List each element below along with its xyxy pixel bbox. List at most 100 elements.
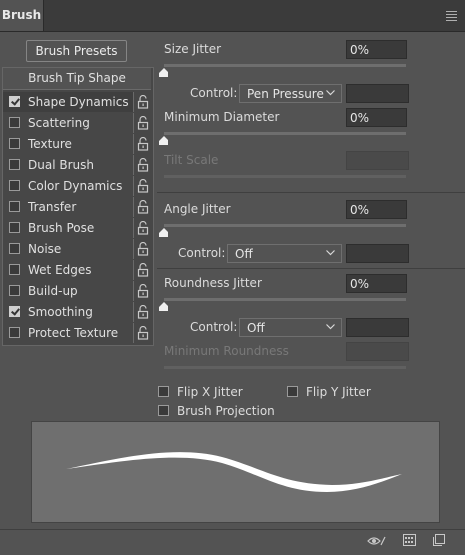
angle-jitter-slider[interactable]	[164, 224, 406, 227]
minimum-diameter-label: Minimum Diameter	[164, 110, 280, 124]
size-jitter-slider[interactable]	[164, 64, 406, 67]
option-checkbox[interactable]	[9, 201, 20, 212]
lock-icon[interactable]	[137, 326, 149, 340]
option-row[interactable]: Build-up	[3, 281, 133, 301]
option-row[interactable]: Scattering	[3, 113, 133, 133]
lock-icon[interactable]	[137, 95, 149, 109]
option-label: Color Dynamics	[28, 179, 123, 193]
option-label: Build-up	[28, 284, 78, 298]
lock-icon[interactable]	[137, 158, 149, 172]
option-label: Protect Texture	[28, 326, 119, 340]
option-row[interactable]: Wet Edges	[3, 260, 133, 280]
option-checkbox[interactable]	[9, 243, 20, 254]
roundness-jitter-label: Roundness Jitter	[164, 276, 262, 290]
flip-x-label: Flip X Jitter	[177, 385, 243, 399]
size-jitter-control-value: Pen Pressure	[247, 87, 324, 101]
divider	[157, 192, 465, 193]
slider-thumb-icon[interactable]	[159, 136, 168, 145]
option-checkbox[interactable]	[9, 222, 20, 233]
lock-icon[interactable]	[137, 284, 149, 298]
flip-y-label: Flip Y Jitter	[306, 385, 371, 399]
slider-thumb-icon[interactable]	[159, 228, 168, 237]
option-label: Brush Pose	[28, 221, 95, 235]
brush-presets-button[interactable]: Brush Presets	[26, 40, 127, 62]
tab-bar	[0, 0, 465, 32]
tilt-scale-field	[346, 151, 409, 170]
roundness-jitter-control-field[interactable]	[346, 318, 409, 337]
lock-icon[interactable]	[137, 137, 149, 151]
option-checkbox[interactable]	[9, 306, 20, 317]
option-label: Wet Edges	[28, 263, 92, 277]
divider	[133, 323, 134, 343]
angle-jitter-label: Angle Jitter	[164, 202, 231, 216]
brush-projection-checkbox[interactable]	[158, 405, 169, 416]
new-preset-icon[interactable]	[433, 534, 445, 546]
option-checkbox[interactable]	[9, 96, 20, 107]
angle-jitter-control-select[interactable]: Off	[227, 244, 342, 263]
divider	[133, 239, 134, 259]
flip-x-checkbox[interactable]	[158, 386, 169, 397]
option-row[interactable]: Protect Texture	[3, 323, 133, 343]
option-label: Dual Brush	[28, 158, 94, 172]
option-label: Texture	[28, 137, 72, 151]
brush-tip-shape-item[interactable]: Brush Tip Shape	[3, 68, 151, 90]
tilt-scale-label: Tilt Scale	[164, 153, 219, 167]
option-row[interactable]: Smoothing	[3, 302, 133, 322]
option-checkbox[interactable]	[9, 264, 20, 275]
option-row[interactable]: Texture	[3, 134, 133, 154]
minimum-diameter-field[interactable]: 0%	[346, 108, 407, 127]
option-row[interactable]: Transfer	[3, 197, 133, 217]
lock-icon[interactable]	[137, 200, 149, 214]
divider	[133, 260, 134, 280]
divider	[133, 134, 134, 154]
angle-jitter-control-value: Off	[235, 247, 253, 261]
divider	[157, 268, 465, 269]
tab-brush[interactable]: Brush	[0, 0, 44, 31]
size-jitter-control-select[interactable]: Pen Pressure	[239, 84, 342, 103]
option-row[interactable]: Brush Pose	[3, 218, 133, 238]
grid-panel-icon[interactable]	[403, 534, 416, 546]
lock-icon[interactable]	[137, 221, 149, 235]
divider	[133, 218, 134, 238]
tilt-scale-slider	[164, 175, 406, 178]
size-jitter-control-field[interactable]	[346, 84, 409, 103]
divider	[133, 302, 134, 322]
minimum-diameter-slider[interactable]	[164, 132, 406, 135]
lock-icon[interactable]	[137, 263, 149, 277]
roundness-jitter-control-select[interactable]: Off	[239, 318, 342, 337]
panel-menu-icon[interactable]	[446, 11, 457, 23]
minimum-roundness-slider	[164, 366, 406, 369]
option-row[interactable]: Noise	[3, 239, 133, 259]
option-row[interactable]: Color Dynamics	[3, 176, 133, 196]
option-checkbox[interactable]	[9, 117, 20, 128]
chevron-down-icon	[326, 324, 335, 330]
slider-thumb-icon[interactable]	[159, 68, 168, 77]
chevron-down-icon	[326, 250, 335, 256]
option-checkbox[interactable]	[9, 159, 20, 170]
flip-y-checkbox[interactable]	[287, 386, 298, 397]
minimum-roundness-label: Minimum Roundness	[164, 344, 289, 358]
option-row[interactable]: Shape Dynamics	[3, 92, 133, 112]
roundness-jitter-field[interactable]: 0%	[346, 274, 407, 293]
option-row[interactable]: Dual Brush	[3, 155, 133, 175]
option-checkbox[interactable]	[9, 327, 20, 338]
lock-icon[interactable]	[137, 179, 149, 193]
eye-toggle-icon[interactable]	[367, 535, 387, 547]
divider	[133, 92, 134, 112]
option-checkbox[interactable]	[9, 138, 20, 149]
chevron-down-icon	[326, 90, 335, 96]
size-jitter-control-label: Control:	[190, 86, 238, 100]
roundness-jitter-control-value: Off	[247, 321, 265, 335]
size-jitter-label: Size Jitter	[164, 42, 222, 56]
angle-jitter-control-field[interactable]	[346, 244, 409, 263]
size-jitter-field[interactable]: 0%	[346, 40, 407, 59]
roundness-jitter-slider[interactable]	[164, 298, 406, 301]
lock-icon[interactable]	[137, 242, 149, 256]
divider	[133, 281, 134, 301]
lock-icon[interactable]	[137, 116, 149, 130]
slider-thumb-icon[interactable]	[159, 302, 168, 311]
option-checkbox[interactable]	[9, 180, 20, 191]
angle-jitter-field[interactable]: 0%	[346, 200, 407, 219]
lock-icon[interactable]	[137, 305, 149, 319]
option-checkbox[interactable]	[9, 285, 20, 296]
